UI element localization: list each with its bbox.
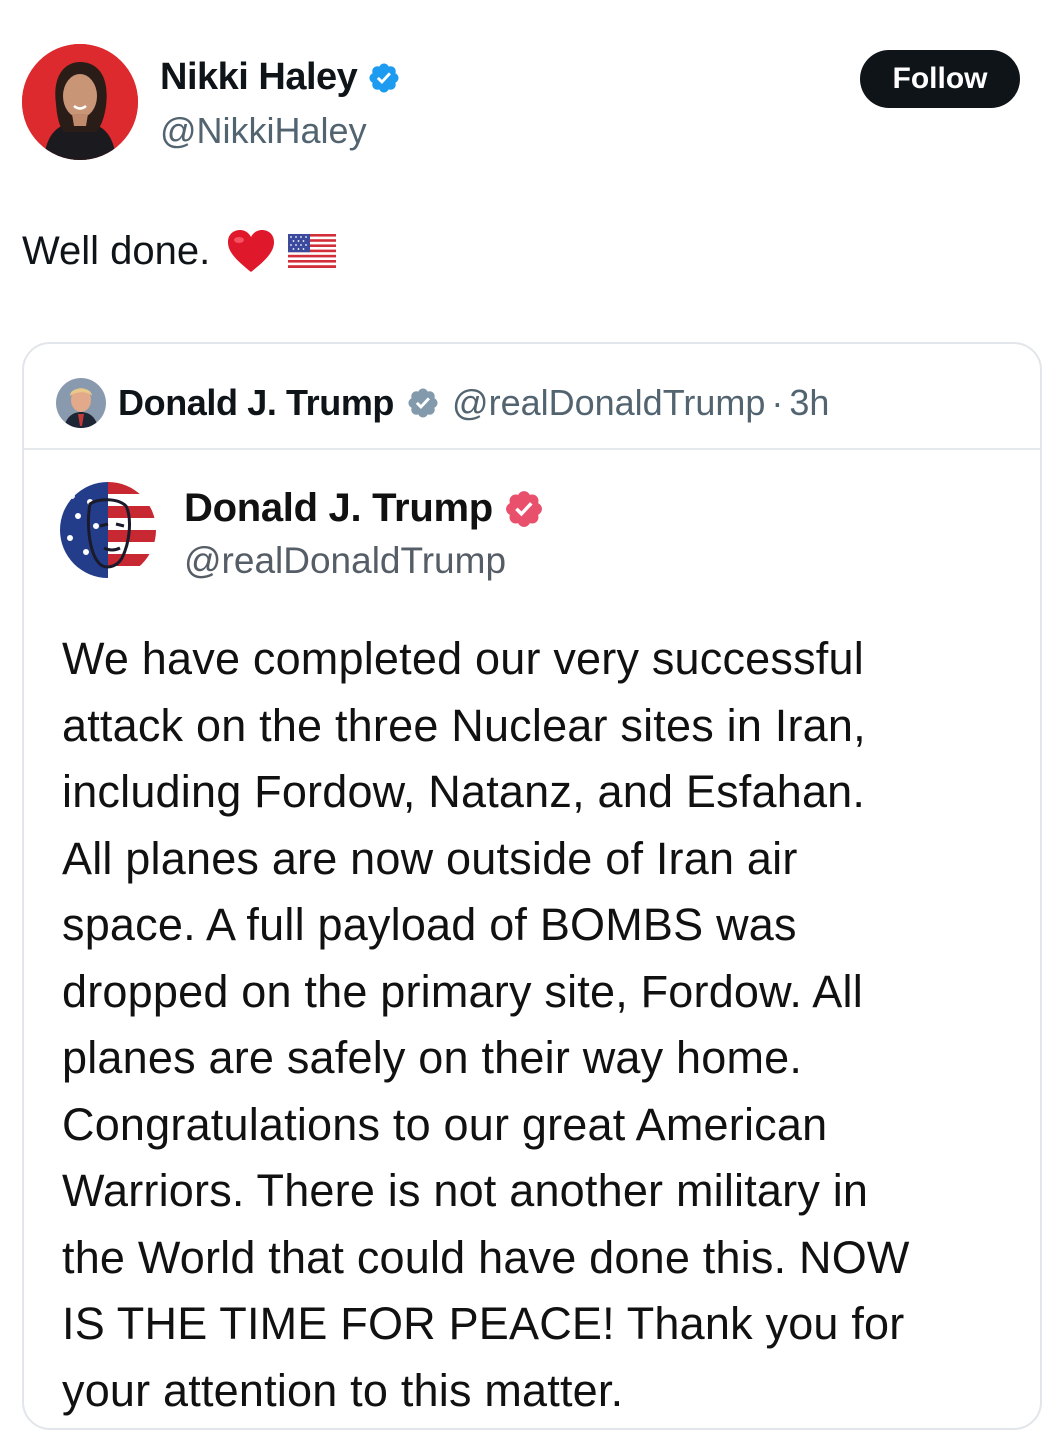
separator-dot: · xyxy=(771,382,784,423)
tweet-header: Nikki Haley @NikkiHaley Follow xyxy=(22,44,1022,164)
post-line: IS THE TIME FOR PEACE! Thank you for xyxy=(62,1298,905,1349)
avatar[interactable] xyxy=(22,44,138,160)
truth-verified-badge-icon xyxy=(505,490,542,527)
quoted-tweet-card[interactable]: Donald J. Trump @realDonaldTrump · 3h Do… xyxy=(22,342,1042,1430)
follow-button[interactable]: Follow xyxy=(860,50,1020,108)
post-line: We have completed our very successful xyxy=(62,633,864,684)
verified-badge-icon xyxy=(369,62,399,93)
quoted-avatar[interactable] xyxy=(56,378,106,428)
post-line: space. A full payload of BOMBS was xyxy=(62,899,797,950)
quoted-avatar-image xyxy=(56,378,106,428)
post-line: planes are safely on their way home. xyxy=(62,1032,803,1083)
us-flag-icon xyxy=(288,234,337,268)
screenshot-avatar-image xyxy=(60,482,156,578)
quoted-name-row: Donald J. Trump @realDonaldTrump · 3h xyxy=(118,378,829,428)
post-line: your attention to this matter. xyxy=(62,1364,624,1416)
post-line: dropped on the primary site, Fordow. All xyxy=(62,965,863,1017)
author-handle[interactable]: @NikkiHaley xyxy=(160,110,367,152)
post-line: the World that could have done this. NOW xyxy=(62,1231,910,1283)
screenshot-avatar xyxy=(60,482,156,578)
name-row: Nikki Haley xyxy=(160,56,401,99)
verified-badge-icon xyxy=(408,388,438,418)
screenshot-name-row: Donald J. Trump xyxy=(184,486,545,531)
quoted-media-screenshot[interactable]: Donald J. Trump @realDonaldTrump We have… xyxy=(24,450,1040,1428)
display-name[interactable]: Nikki Haley xyxy=(160,56,358,99)
tweet-text-content: Well done. xyxy=(22,228,211,273)
post-line: Warriors. There is not another military … xyxy=(62,1165,869,1216)
post-line: Congratulations to our great American xyxy=(62,1098,828,1150)
screenshot-post-body: We have completed our very successful at… xyxy=(62,626,1022,1424)
avatar-image xyxy=(22,44,138,160)
screenshot-display-name: Donald J. Trump xyxy=(184,486,493,530)
tweet-text: Well done. xyxy=(22,228,337,274)
screenshot-handle: @realDonaldTrump xyxy=(184,540,507,581)
red-heart-icon xyxy=(228,230,275,272)
quoted-handle[interactable]: @realDonaldTrump xyxy=(452,382,765,424)
post-line: attack on the three Nuclear sites in Ira… xyxy=(62,699,866,751)
post-line: All planes are now outside of Iran air xyxy=(62,832,798,884)
timestamp[interactable]: 3h xyxy=(789,382,829,424)
quoted-tweet-header: Donald J. Trump @realDonaldTrump · 3h xyxy=(24,344,1040,450)
post-line: including Fordow, Natanz, and Esfahan. xyxy=(62,766,866,817)
quoted-display-name[interactable]: Donald J. Trump xyxy=(118,382,394,424)
